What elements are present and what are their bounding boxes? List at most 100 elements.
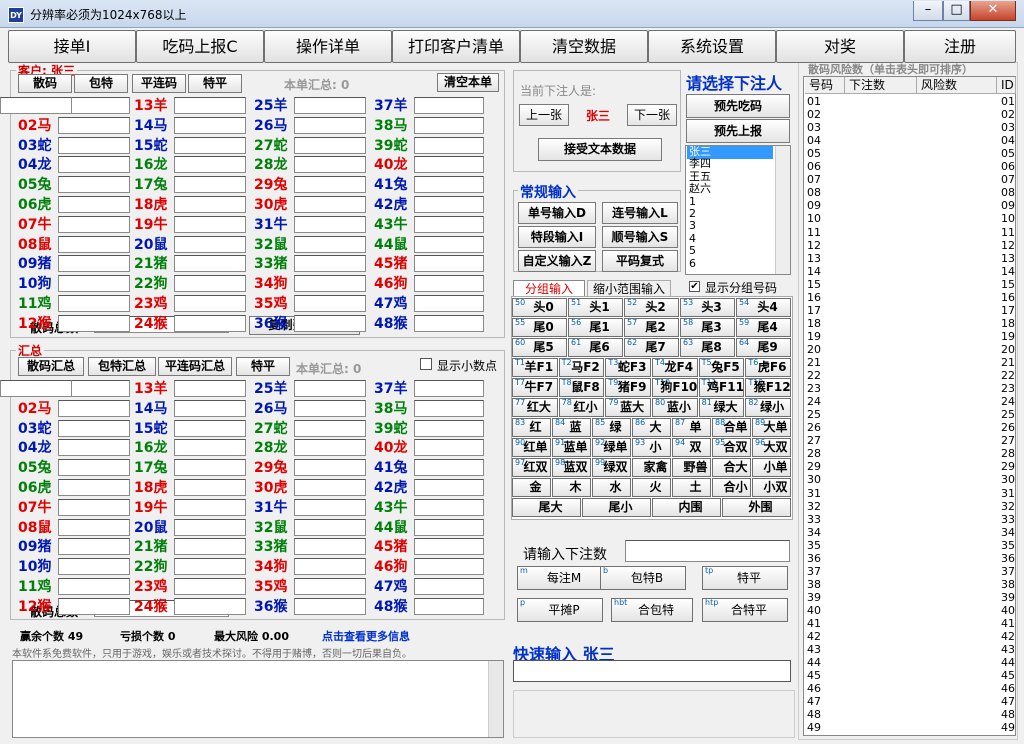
bettor-item-4[interactable]: 赵六 (687, 183, 773, 196)
summary-bet-input-6[interactable] (58, 479, 130, 496)
keypad-button-8-3[interactable]: 92 绿单 (592, 438, 631, 457)
risk-list-row[interactable]: 06 06 (805, 160, 1016, 173)
keypad-button-10-1[interactable]: 金 (512, 478, 551, 497)
customer-bet-input-40[interactable] (414, 156, 484, 174)
risk-list-row[interactable]: 42 42 (805, 630, 1016, 643)
risk-list-row[interactable]: 13 13 (805, 252, 1016, 265)
customer-bet-input-7[interactable] (58, 215, 130, 233)
regular-input-button-5[interactable]: 自定义输入Z (518, 250, 596, 272)
summary-bet-input-23[interactable] (174, 578, 246, 595)
summary-bet-input-11[interactable] (58, 578, 130, 595)
risk-list-row[interactable]: 41 41 (805, 617, 1016, 630)
keypad-button-10-4[interactable]: 火 (632, 478, 671, 497)
bettor-item-6[interactable]: 2 (687, 208, 773, 221)
keypad-button-5-3[interactable]: T9 猪F9 (605, 378, 651, 397)
risk-list-row[interactable]: 12 12 (805, 239, 1016, 252)
keypad-button-6-4[interactable]: 80 蓝小 (652, 398, 698, 417)
summary-bet-input-27[interactable] (294, 419, 366, 437)
customer-bet-input-27[interactable] (294, 136, 366, 154)
customer-bet-input-2[interactable] (58, 116, 130, 134)
customer-bet-input-13[interactable] (174, 97, 246, 114)
risk-list-row[interactable]: 37 37 (805, 565, 1016, 578)
toolbar-button-5[interactable]: 清空数据 (520, 30, 648, 63)
toolbar-button-3[interactable]: 操作详单 (264, 30, 392, 63)
risk-list-row[interactable]: 38 38 (805, 578, 1016, 591)
customer-bet-input-17[interactable] (174, 176, 246, 194)
clear-order-button[interactable]: 清空本单 (437, 73, 499, 92)
keypad-button-2-2[interactable]: 56 尾1 (568, 318, 623, 337)
more-info-link[interactable]: 点击查看更多信息 (322, 628, 410, 644)
customer-tab-2[interactable]: 包特 (74, 74, 128, 93)
risk-list-header-3[interactable]: 风险数 (917, 77, 997, 94)
summary-bet-input-28[interactable] (294, 439, 366, 457)
customer-bet-input-36[interactable] (294, 314, 366, 332)
risk-list-row[interactable]: 11 11 (805, 226, 1016, 239)
summary-bet-input-29[interactable] (294, 459, 366, 477)
customer-bet-input-49[interactable] (0, 97, 72, 114)
group-input-tab[interactable]: 分组输入 (513, 280, 585, 297)
risk-list-row[interactable]: 35 35 (805, 539, 1016, 552)
keypad-button-2-1[interactable]: 55 尾0 (512, 318, 567, 337)
toolbar-button-6[interactable]: 系统设置 (648, 30, 776, 63)
risk-list-row[interactable]: 18 18 (805, 317, 1016, 330)
summary-bet-input-18[interactable] (174, 479, 246, 496)
customer-bet-input-28[interactable] (294, 156, 366, 174)
bettor-item-8[interactable]: 4 (687, 232, 773, 246)
keypad-button-10-5[interactable]: 土 (672, 478, 711, 497)
keypad-button-3-1[interactable]: 60 尾5 (512, 338, 567, 357)
keypad-button-6-1[interactable]: 77 红大 (512, 398, 558, 417)
keypad-button-2-5[interactable]: 59 尾4 (736, 318, 791, 337)
keypad-button-3-4[interactable]: 63 尾8 (680, 338, 735, 357)
risk-list-row[interactable]: 15 15 (805, 278, 1016, 291)
log-scrollbar[interactable] (488, 661, 503, 737)
customer-bet-input-34[interactable] (294, 275, 366, 293)
risk-list-row[interactable]: 27 27 (805, 434, 1016, 447)
summary-bet-input-31[interactable] (294, 498, 366, 516)
customer-bet-input-19[interactable] (174, 215, 246, 233)
customer-bet-input-6[interactable] (58, 196, 130, 213)
customer-tab-4[interactable]: 特平 (188, 74, 242, 93)
risk-list-row[interactable]: 05 05 (805, 147, 1016, 160)
customer-bet-input-35[interactable] (294, 295, 366, 312)
customer-bet-input-30[interactable] (294, 196, 366, 213)
regular-input-button-4[interactable]: 顺号输入S (602, 226, 678, 248)
close-button[interactable]: ✕ (970, 1, 1016, 21)
minimize-button[interactable]: – (913, 1, 943, 21)
customer-bet-input-43[interactable] (414, 215, 484, 233)
keypad-button-6-2[interactable]: 78 红小 (558, 398, 605, 417)
keypad-button-5-5[interactable]: T11 鸡F11 (698, 378, 745, 397)
keypad-button-1-3[interactable]: 52 头2 (624, 298, 679, 317)
risk-list-row[interactable]: 29 29 (805, 460, 1016, 473)
keypad-button-9-5[interactable]: 野兽 (672, 458, 711, 477)
customer-bet-input-25[interactable] (294, 97, 366, 114)
risk-list-row[interactable]: 03 03 (805, 121, 1016, 134)
keypad-button-2-4[interactable]: 58 尾3 (680, 318, 735, 337)
summary-bet-input-34[interactable] (294, 558, 366, 576)
summary-bet-input-39[interactable] (414, 419, 484, 437)
risk-list-row[interactable]: 24 24 (805, 395, 1016, 408)
summary-bet-input-22[interactable] (174, 558, 246, 576)
summary-bet-input-3[interactable] (58, 419, 130, 437)
summary-bet-input-4[interactable] (58, 439, 130, 457)
customer-bet-input-41[interactable] (414, 176, 484, 194)
summary-bet-input-37[interactable] (414, 380, 484, 397)
keypad-button-3-5[interactable]: 64 尾9 (736, 338, 791, 357)
keypad-button-6-3[interactable]: 79 蓝大 (605, 398, 651, 417)
risk-list-row[interactable]: 33 33 (805, 513, 1016, 526)
customer-bet-input-15[interactable] (174, 136, 246, 154)
pre-report-button[interactable]: 预先上报 (686, 119, 790, 143)
keypad-button-3-2[interactable]: 61 尾6 (568, 338, 623, 357)
summary-tab-2[interactable]: 包特汇总 (88, 357, 156, 376)
customer-bet-input-20[interactable] (174, 235, 246, 253)
bet-pingtan-button[interactable]: p 平摊P (517, 598, 603, 622)
keypad-button-5-1[interactable]: T7 牛F7 (512, 378, 558, 397)
keypad-button-8-2[interactable]: 91 蓝单 (552, 438, 591, 457)
keypad-button-4-5[interactable]: T5 兔F5 (698, 358, 745, 377)
accept-text-button[interactable]: 接受文本数据 (538, 138, 662, 161)
risk-list-row[interactable]: 39 39 (805, 591, 1016, 604)
bet-amount-input[interactable] (625, 540, 790, 562)
keypad-button-1-4[interactable]: 53 头3 (680, 298, 735, 317)
keypad-button-1-1[interactable]: 50 头0 (512, 298, 567, 317)
risk-list-row[interactable]: 02 02 (805, 108, 1016, 121)
customer-bet-input-33[interactable] (294, 255, 366, 273)
